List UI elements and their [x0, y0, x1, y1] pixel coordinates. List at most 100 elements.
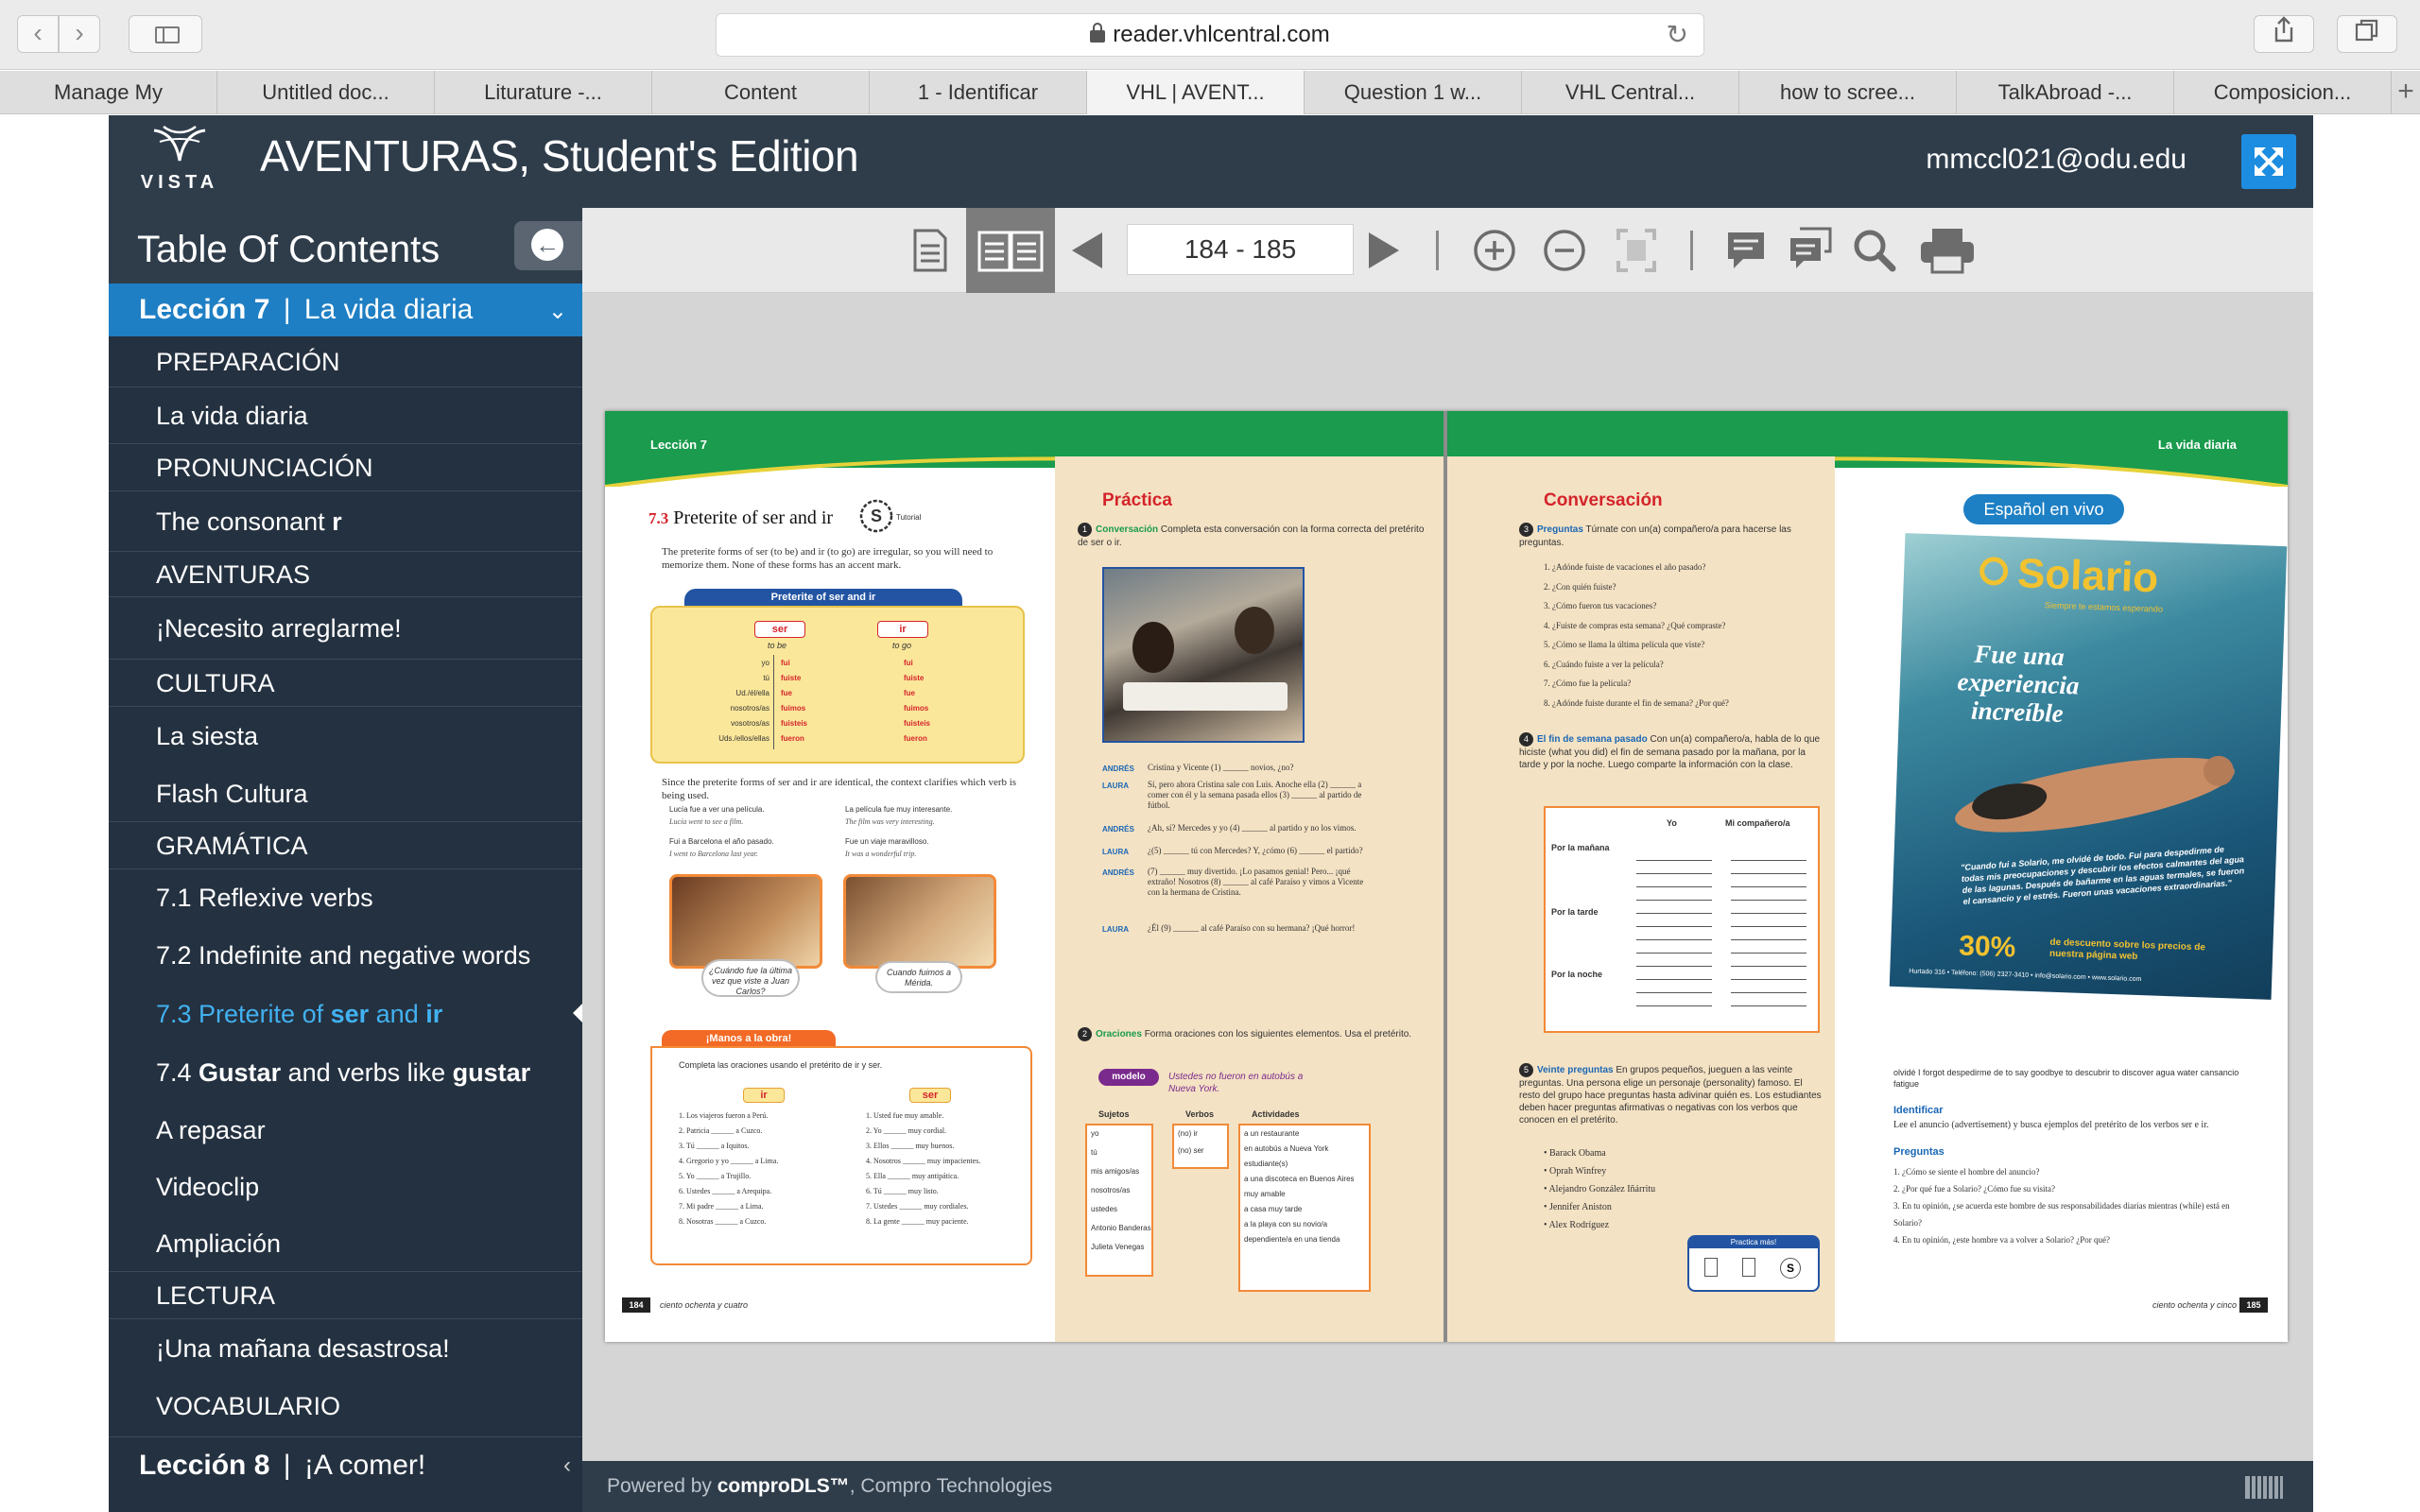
list-item: nosotros/as [1091, 1186, 1131, 1194]
practica-mas-box[interactable]: Practica más! S [1687, 1235, 1820, 1292]
toc-item[interactable]: La siesta [109, 707, 582, 765]
manos-ir-pill: ir [743, 1088, 785, 1103]
browser-tab[interactable]: Manage My [0, 71, 217, 114]
list-item: yo [1091, 1129, 1099, 1138]
toc-item[interactable]: 7.4 Gustar and verbs like gustar [109, 1043, 582, 1102]
toc-item[interactable]: 7.3 Preterite of ser and ir [109, 985, 582, 1043]
toc-header: Table Of Contents ← [109, 208, 582, 284]
search-button[interactable] [1851, 225, 1898, 276]
ser-form: fui [781, 659, 790, 667]
share-button[interactable] [2254, 15, 2314, 53]
prev-page-icon [1072, 232, 1102, 268]
browser-tab[interactable]: TalkAbroad -... [1957, 71, 2174, 114]
all-notes-button[interactable] [1787, 225, 1834, 276]
prev-page-button[interactable] [1066, 225, 1114, 276]
tabs-overview-icon [2355, 19, 2378, 42]
next-page-button[interactable] [1363, 225, 1410, 276]
browser-tab-label: VHL Central... [1564, 80, 1696, 104]
toc-section-heading: AVENTURAS [109, 552, 582, 597]
dialog-speaker: LAURA [1102, 925, 1129, 934]
ir-form: fueron [904, 734, 927, 743]
preguntas-2-title: Preguntas [1893, 1146, 1945, 1158]
photo-figure-left [1132, 622, 1174, 673]
actividades-box: a un restaurante en autobús a Nueva York e… [1238, 1124, 1371, 1292]
current-lesson-header[interactable]: Lección 7 | La vida diaria ⌄ [109, 284, 582, 336]
table-of-contents-sidebar: Table Of Contents ← Lección 7 | La vida … [109, 208, 582, 1512]
zoom-out-icon [1544, 230, 1585, 271]
toc-item[interactable]: VOCABULARIO [109, 1378, 582, 1435]
new-tab-button[interactable]: + [2392, 71, 2420, 113]
next-page-icon [1369, 232, 1399, 268]
address-bar[interactable]: reader.vhlcentral.com ↻ [716, 13, 1704, 57]
vista-logo[interactable]: VISTA [137, 123, 222, 200]
zoom-out-button[interactable] [1541, 225, 1588, 276]
sidebar-toggle-button[interactable] [129, 15, 202, 53]
reload-icon[interactable]: ↻ [1667, 14, 1688, 56]
fit-page-button[interactable] [1613, 225, 1660, 276]
user-email[interactable]: mmccl021@odu.edu [1926, 144, 2187, 176]
toc-item[interactable]: The consonant r [109, 491, 582, 552]
page-caption: ciento ochenta y cinco [2152, 1300, 2238, 1310]
add-note-button[interactable] [1722, 225, 1770, 276]
toc-item[interactable]: A repasar [109, 1102, 582, 1159]
browser-tab-label: Liturature -... [484, 80, 602, 104]
forward-button[interactable]: › [59, 15, 100, 53]
expand-icon [2255, 147, 2283, 176]
table-row-tarde: Por la tarde [1551, 907, 1599, 917]
textbook-spread[interactable]: Lección 7 7.3 Preterite of ser and ir S … [605, 411, 2288, 1342]
browser-tab-strip: Manage My Untitled doc... Liturature -... C… [0, 71, 2420, 114]
toc-item[interactable]: Ampliación [109, 1215, 582, 1272]
toc-item[interactable]: ¡Una mañana desastrosa! [109, 1319, 582, 1378]
print-button[interactable] [1919, 225, 1974, 276]
toc-item[interactable]: Videoclip [109, 1159, 582, 1215]
browser-tab[interactable]: Question 1 w... [1305, 71, 1522, 114]
example-sentence: Fui a Barcelona el año pasado. [669, 837, 774, 846]
example-translation: I went to Barcelona last year. [669, 850, 758, 858]
collapse-toc-button[interactable]: ← [514, 221, 582, 270]
lesson-label: La vida diaria [2157, 438, 2237, 452]
verb-ir-gloss: to go [892, 641, 912, 650]
list-item: 6. ¿Cuándo fuiste a ver la película? [1544, 659, 1664, 669]
browser-tab[interactable]: Content [652, 71, 870, 114]
back-button[interactable]: ‹ [17, 15, 59, 53]
browser-tab[interactable]: VHL Central... [1522, 71, 1739, 114]
browser-tab[interactable]: 1 - Identificar [870, 71, 1087, 114]
browser-tab-label: Composicion... [2213, 80, 2352, 104]
filmstrip-icon[interactable] [2245, 1476, 2283, 1499]
section-title-text: Preterite of ser and ir [673, 507, 834, 528]
modelo-text: Ustedes no fueron en autobús a Nueva Yor… [1168, 1072, 1304, 1094]
fullscreen-button[interactable] [2241, 134, 2296, 189]
browser-tab[interactable]: VHL | AVENT... [1087, 71, 1305, 114]
list-item: a una discoteca en Buenos Aires [1244, 1175, 1355, 1183]
double-page-button[interactable] [966, 208, 1055, 293]
toc-section-heading: PRONUNCIACIÓN [109, 444, 582, 491]
photo-figure-right [1235, 607, 1274, 654]
toc-item[interactable]: 7.2 Indefinite and negative words [109, 926, 582, 985]
ser-form: fueron [781, 734, 804, 743]
toc-item-label: AVENTURAS [156, 560, 311, 589]
toc-title: Table Of Contents [137, 229, 441, 270]
pronoun: tú [763, 674, 769, 682]
dialog-speaker: LAURA [1102, 782, 1129, 790]
speech-bubble-1: ¿Cuándo fue la última vez que viste a Ju… [701, 959, 800, 997]
browser-tab[interactable]: Liturature -... [435, 71, 652, 114]
show-tabs-button[interactable] [2337, 15, 2397, 53]
toc-item[interactable]: ¡Necesito arreglarme! [109, 597, 582, 660]
browser-tab[interactable]: Untitled doc... [217, 71, 435, 114]
notes-list-icon [1790, 227, 1832, 268]
tutorial-icon[interactable]: S [858, 498, 894, 534]
browser-tab[interactable]: Composicion... [2174, 71, 2392, 114]
toc-item[interactable]: La vida diaria [109, 387, 582, 444]
page-number-input[interactable]: 184 - 185 [1127, 224, 1354, 275]
browser-tab[interactable]: how to scree... [1739, 71, 1957, 114]
veinte-instructions: 5 Veinte preguntas En grupos pequeños, ju… [1519, 1063, 1822, 1126]
toc-item[interactable]: 7.1 Reflexive verbs [109, 869, 582, 926]
lesson-8-header[interactable]: Lección 8 | ¡A comer! ‹ [109, 1436, 582, 1493]
url-text: reader.vhlcentral.com [1113, 22, 1330, 47]
single-page-button[interactable] [909, 225, 957, 276]
ser-form: fue [781, 689, 792, 697]
oraciones-label: Oraciones [1096, 1029, 1142, 1040]
zoom-in-button[interactable] [1471, 225, 1518, 276]
exercise-item: 2. Yo ______ muy cordial. [866, 1126, 947, 1135]
toc-item[interactable]: Flash Cultura [109, 765, 582, 822]
